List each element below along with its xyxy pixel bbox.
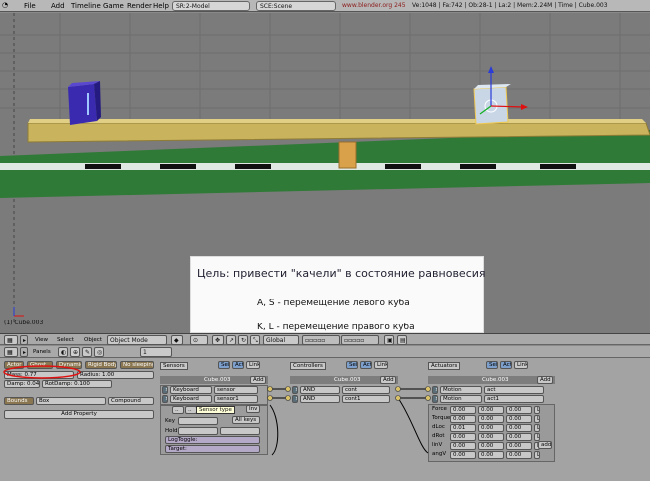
controller-in-dot <box>285 386 291 392</box>
lock-icon[interactable]: ▣ <box>384 335 394 345</box>
menu-render[interactable]: Render <box>127 2 152 10</box>
manipulator-toggle-icon[interactable]: ✥ <box>212 335 224 345</box>
translate-icon[interactable]: ↗ <box>226 335 236 345</box>
blender-logo-icon[interactable]: ◔ <box>2 1 8 9</box>
logic-links <box>267 386 431 456</box>
menu-timeline[interactable]: Timeline <box>71 2 101 10</box>
scale-icon[interactable]: ⤡ <box>250 335 260 345</box>
instruction-line-2: K, L - перемещение правого куба <box>257 323 415 331</box>
layer-buttons-right[interactable]: ▫▫▫▫▫ <box>341 335 379 345</box>
seesaw-fulcrum <box>338 141 357 169</box>
actuator-in-dot <box>425 395 431 401</box>
sensor-link-dot <box>267 395 273 401</box>
scene-field-text: SCE:Scene <box>260 3 293 10</box>
blender-url-text: www.blender.org 245 <box>342 2 406 9</box>
logic-editor: Actor Ghost Dynamic Rigid Body No sleepi… <box>0 358 650 481</box>
menu-select[interactable]: Select <box>57 337 74 343</box>
instruction-title: Цель: привести "качели" в состояние равн… <box>197 268 486 279</box>
collapse-menu-icon[interactable]: ▸ <box>20 335 28 345</box>
logic-editor-header: ▦ ▸ Panels ◐ ⊕ ✎ ◎ 1 <box>0 346 650 358</box>
script-context-icon[interactable]: ✎ <box>82 347 92 357</box>
menu-object[interactable]: Object <box>84 337 102 343</box>
menu-panels[interactable]: Panels <box>33 349 51 355</box>
editor-type-icon[interactable]: ▦ <box>4 335 18 345</box>
menu-add[interactable]: Add <box>51 2 65 10</box>
controller-out-dot <box>395 395 401 401</box>
instruction-line-1: A, S - перемещение левого куба <box>257 299 410 308</box>
logic-context-icon[interactable]: ⊕ <box>70 347 80 357</box>
seesaw-plank-top <box>28 119 646 123</box>
left-cube <box>68 84 97 125</box>
link-wire <box>269 404 279 456</box>
logic-editor-type-icon[interactable]: ▦ <box>4 347 18 357</box>
frame-field[interactable]: 1 <box>140 347 172 357</box>
menu-file[interactable]: File <box>24 2 36 10</box>
screen-field-text: SR:2-Model <box>176 3 210 10</box>
mode-selector[interactable]: Object Mode <box>107 335 167 345</box>
scene-stats: Ve:1048 | Fa:742 | Ob:28-1 | La:2 | Mem:… <box>412 2 608 9</box>
rotate-icon[interactable]: ↻ <box>238 335 248 345</box>
controller-out-dot <box>395 386 401 392</box>
object-context-icon[interactable]: ◎ <box>94 347 104 357</box>
link-wire <box>397 397 429 454</box>
mode-selector-text: Object Mode <box>110 337 148 344</box>
controller-in-dot <box>285 395 291 401</box>
shading-icon[interactable]: ◐ <box>58 347 68 357</box>
menu-view[interactable]: View <box>35 337 48 343</box>
actuator-in-dot <box>425 386 431 392</box>
3d-view-header: ▦ ▸ View Select Object Object Mode ◆ ⊙ ✥… <box>0 333 650 345</box>
menu-help[interactable]: Help <box>153 2 169 10</box>
top-menu-bar: ◔ File Add Timeline Game Render Help SR:… <box>0 0 650 12</box>
frame-text: 1 <box>143 349 147 356</box>
screen-selector[interactable]: SR:2-Model <box>172 1 250 11</box>
active-object-label: (1) Cube.003 <box>4 320 44 326</box>
logic-collapse-icon[interactable]: ▸ <box>20 347 28 357</box>
scene-selector[interactable]: SCE:Scene <box>256 1 336 11</box>
pivot-icon[interactable]: ⊙ <box>190 335 208 345</box>
layer-buttons-left[interactable]: ▫▫▫▫▫ <box>302 335 340 345</box>
render-icon[interactable]: ▤ <box>397 335 407 345</box>
orientation-selector[interactable]: Global <box>263 335 299 345</box>
draw-type-icon[interactable]: ◆ <box>171 335 183 345</box>
menu-game[interactable]: Game <box>103 2 124 10</box>
orientation-selector-text: Global <box>266 337 286 344</box>
instruction-panel: Цель: привести "качели" в состояние равн… <box>190 256 486 333</box>
sensor-link-dot <box>267 386 273 392</box>
